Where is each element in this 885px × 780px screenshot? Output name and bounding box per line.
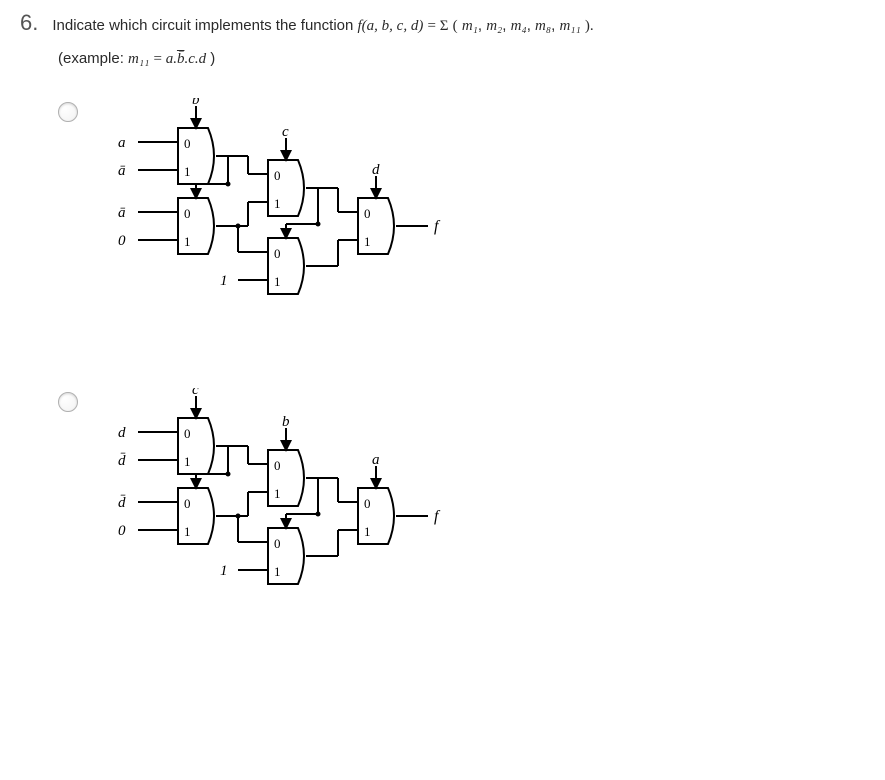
svg-text:c: c: [192, 388, 199, 398]
func-lhs: f(a, b, c, d): [358, 18, 424, 34]
circuit-b-diagram: d d̄ c d̄ 0 b: [98, 388, 458, 618]
svg-text:d: d: [372, 162, 380, 178]
m1: m₁: [462, 18, 478, 34]
options-container: 0 1 a ā b ā 0: [58, 98, 865, 618]
m4: m₄: [511, 18, 527, 34]
ex-d: d: [199, 51, 207, 67]
svg-text:f: f: [434, 508, 441, 525]
prompt-prefix: Indicate which circuit implements the fu…: [52, 17, 357, 34]
question-number: 6.: [20, 10, 38, 36]
question-text: Indicate which circuit implements the fu…: [52, 17, 593, 35]
svg-text:0: 0: [118, 523, 126, 539]
svg-text:a: a: [118, 135, 126, 151]
svg-text:1: 1: [220, 563, 228, 579]
func-sigma: Σ: [440, 18, 449, 34]
ex-suffix: ): [210, 50, 215, 67]
svg-text:d: d: [118, 425, 126, 441]
radio-a[interactable]: [58, 102, 78, 122]
option-b[interactable]: d d̄ c d̄ 0 b: [58, 388, 865, 618]
svg-text:ā: ā: [118, 205, 126, 221]
m2: m₂: [486, 18, 502, 34]
svg-text:b: b: [192, 98, 200, 108]
func-close: ).: [585, 18, 594, 34]
svg-text:b: b: [282, 414, 290, 430]
svg-text:c: c: [282, 124, 289, 140]
ex-m: m₁₁: [128, 51, 149, 67]
svg-text:0: 0: [118, 233, 126, 249]
svg-text:d̄: d̄: [118, 495, 126, 511]
svg-text:a: a: [372, 452, 380, 468]
question-header: 6. Indicate which circuit implements the…: [20, 10, 865, 36]
func-open: (: [453, 18, 458, 34]
svg-text:d̄: d̄: [118, 453, 126, 469]
svg-text:f: f: [434, 218, 441, 235]
ex-bbar: b̄: [177, 51, 185, 67]
m11: m₁₁: [559, 18, 580, 34]
ex-eq: =: [153, 51, 165, 67]
svg-text:ā: ā: [118, 163, 126, 179]
option-a[interactable]: 0 1 a ā b ā 0: [58, 98, 865, 328]
ex-a: a: [166, 51, 174, 67]
circuit-a-diagram: 0 1 a ā b ā 0: [98, 98, 458, 328]
ex-prefix: (example:: [58, 50, 128, 67]
func-eq: =: [428, 18, 440, 34]
ex-c: c: [188, 51, 195, 67]
radio-b[interactable]: [58, 392, 78, 412]
m8: m₈: [535, 18, 551, 34]
svg-text:1: 1: [220, 273, 228, 289]
example-line: (example: m₁₁ = a.b̄.c.d ): [58, 50, 865, 68]
